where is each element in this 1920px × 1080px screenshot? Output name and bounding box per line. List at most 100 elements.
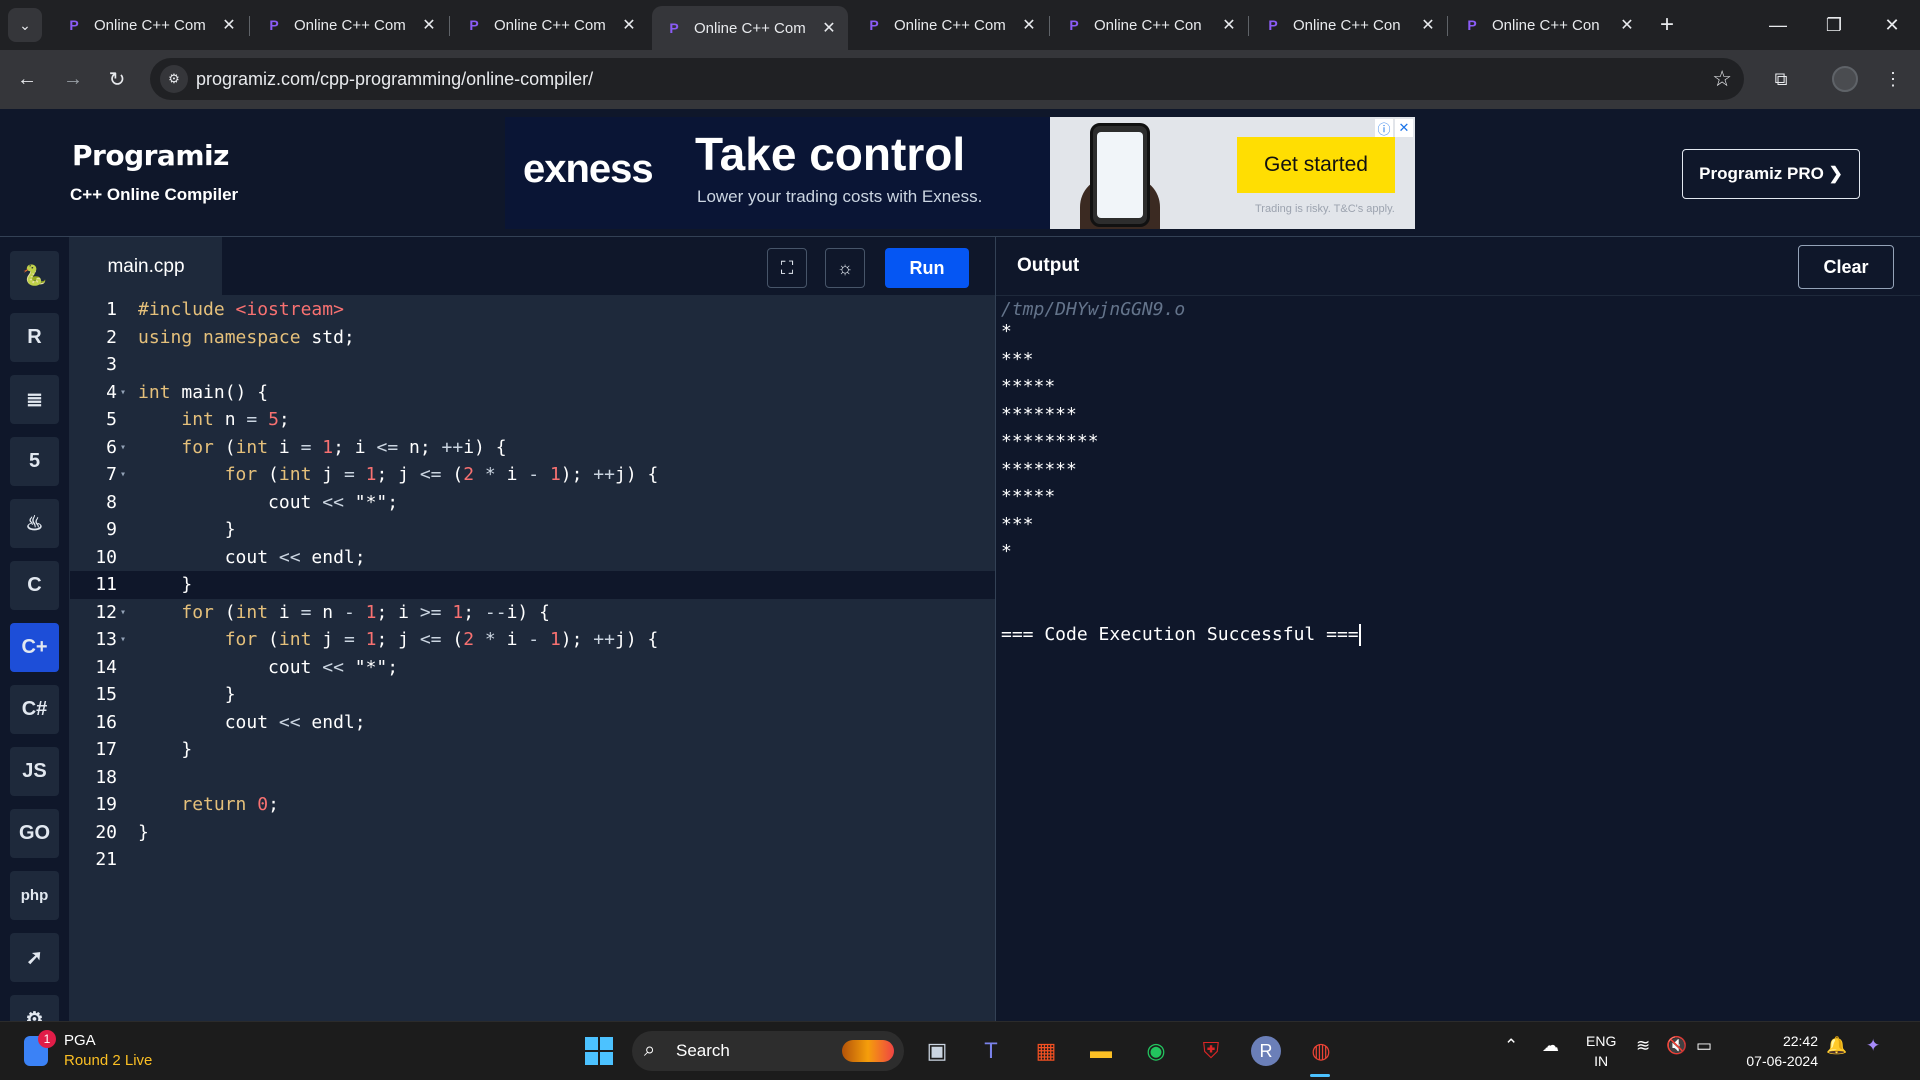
browser-tab[interactable]: P Online C++ Con ✕	[1251, 6, 1447, 44]
site-info-icon[interactable]: ⚙	[160, 65, 188, 93]
taskbar-search[interactable]: ⌕ Search	[632, 1031, 904, 1071]
language-cpp-button[interactable]: C+	[10, 623, 59, 672]
theme-toggle-icon[interactable]: ☼	[825, 248, 865, 288]
language-swift-button[interactable]: ➚	[10, 933, 59, 982]
file-tab-main[interactable]: main.cpp	[70, 237, 222, 296]
language-c-button[interactable]: C	[10, 561, 59, 610]
language-sql-button[interactable]: ≣	[10, 375, 59, 424]
output-console[interactable]: /tmp/DHYwjnGGN9.o * *** ***** ******* ******…	[996, 296, 1920, 1021]
volume-muted-icon[interactable]: 🔇	[1666, 1036, 1687, 1056]
r-app-icon[interactable]: R	[1247, 1032, 1285, 1070]
tab-close-icon[interactable]: ✕	[1020, 15, 1038, 35]
profile-avatar[interactable]	[1828, 62, 1862, 96]
language-go-button[interactable]: GO	[10, 809, 59, 858]
start-button[interactable]	[580, 1032, 618, 1070]
tab-close-icon[interactable]: ✕	[620, 15, 638, 35]
code-editor[interactable]: 1 #include <iostream> 2 using namespace std…	[70, 296, 995, 1021]
code-line[interactable]: 7 ▾ for (int j = 1; j <= (2 * i - 1); ++j…	[70, 461, 995, 489]
fullscreen-icon[interactable]: ⛶	[767, 248, 807, 288]
task-view-icon[interactable]: ▣	[918, 1032, 956, 1070]
notifications-icon[interactable]: 🔔	[1826, 1036, 1847, 1056]
code-line[interactable]: 8 cout << "*";	[70, 489, 995, 517]
code-line[interactable]: 14 cout << "*";	[70, 654, 995, 682]
close-window-button[interactable]: ✕	[1864, 0, 1920, 50]
teams-icon[interactable]: T	[972, 1032, 1010, 1070]
code-line[interactable]: 4 ▾ int main() {	[70, 379, 995, 407]
language-javascript-button[interactable]: JS	[10, 747, 59, 796]
onedrive-icon[interactable]: ☁	[1542, 1036, 1559, 1056]
browser-tab[interactable]: P Online C++ Com ✕	[452, 6, 648, 44]
battery-icon[interactable]: ▭	[1696, 1036, 1712, 1056]
code-line[interactable]: 9 }	[70, 516, 995, 544]
forward-button[interactable]: →	[56, 62, 90, 96]
browser-tab[interactable]: P Online C++ Com ✕	[252, 6, 448, 44]
code-line[interactable]: 1 #include <iostream>	[70, 296, 995, 324]
address-bar[interactable]: ⚙ programiz.com/cpp-programming/online-c…	[150, 58, 1744, 100]
input-language[interactable]: ENG IN	[1586, 1031, 1616, 1071]
code-line[interactable]: 15 }	[70, 681, 995, 709]
browser-menu-icon[interactable]: ⋮	[1876, 62, 1910, 96]
show-hidden-icons[interactable]: ⌃	[1504, 1036, 1518, 1056]
programiz-logo[interactable]: Programiz	[72, 139, 229, 172]
fold-arrow-icon[interactable]: ▾	[120, 434, 126, 462]
copilot-icon[interactable]: ✦	[1866, 1036, 1880, 1056]
code-line[interactable]: 10 cout << endl;	[70, 544, 995, 572]
browser-tab[interactable]: P Online C++ Com ✕	[52, 6, 248, 44]
reload-button[interactable]: ↻	[100, 62, 134, 96]
browser-tab[interactable]: P Online C++ Com ✕	[852, 6, 1048, 44]
ad-close-icon[interactable]: ✕	[1395, 119, 1413, 137]
tab-close-icon[interactable]: ✕	[1618, 15, 1636, 35]
minimize-button[interactable]: —	[1750, 0, 1806, 50]
tab-close-icon[interactable]: ✕	[1419, 15, 1437, 35]
browser-tab[interactable]: P Online C++ Con ✕	[1052, 6, 1248, 44]
code-line[interactable]: 17 }	[70, 736, 995, 764]
tab-close-icon[interactable]: ✕	[1220, 15, 1238, 35]
browser-tab[interactable]: P Online C++ Com ✕	[652, 6, 848, 50]
language-html-button[interactable]: 5	[10, 437, 59, 486]
mcafee-icon[interactable]: ⛨	[1192, 1032, 1230, 1070]
code-line[interactable]: 21	[70, 846, 995, 874]
tab-close-icon[interactable]: ✕	[820, 18, 838, 38]
restore-button[interactable]: ❐	[1806, 0, 1862, 50]
tab-close-icon[interactable]: ✕	[220, 15, 238, 35]
code-line[interactable]: 5 int n = 5;	[70, 406, 995, 434]
code-line[interactable]: 20}	[70, 819, 995, 847]
language-java-button[interactable]: ♨	[10, 499, 59, 548]
run-button[interactable]: Run	[885, 248, 969, 288]
ad-get-started-button[interactable]: Get started	[1237, 137, 1395, 193]
back-button[interactable]: ←	[10, 62, 44, 96]
programiz-pro-button[interactable]: Programiz PRO ❯	[1682, 149, 1860, 199]
edge-icon[interactable]: ◉	[1137, 1032, 1175, 1070]
code-line[interactable]: 3	[70, 351, 995, 379]
fold-arrow-icon[interactable]: ▾	[120, 379, 126, 407]
language-python-button[interactable]: 🐍	[10, 251, 59, 300]
bookmark-star-icon[interactable]: ☆	[1712, 66, 1732, 92]
store-icon[interactable]: ▦	[1027, 1032, 1065, 1070]
code-line[interactable]: 6 ▾ for (int i = 1; i <= n; ++i) {	[70, 434, 995, 462]
fold-arrow-icon[interactable]: ▾	[120, 626, 126, 654]
wifi-icon[interactable]: ≋	[1636, 1036, 1650, 1056]
fold-arrow-icon[interactable]: ▾	[120, 461, 126, 489]
language-csharp-button[interactable]: C#	[10, 685, 59, 734]
new-tab-button[interactable]: +	[1652, 10, 1682, 40]
file-explorer-icon[interactable]: ▬	[1082, 1032, 1120, 1070]
tab-close-icon[interactable]: ✕	[420, 15, 438, 35]
ad-info-icon[interactable]: ⓘ	[1375, 119, 1393, 137]
language-php-button[interactable]: php	[10, 871, 59, 920]
clear-button[interactable]: Clear	[1798, 245, 1894, 289]
code-line[interactable]: 2 using namespace std;	[70, 324, 995, 352]
extensions-icon[interactable]: ⧉	[1764, 62, 1798, 96]
browser-tab[interactable]: P Online C++ Con ✕	[1450, 6, 1646, 44]
clock[interactable]: 22:42 07-06-2024	[1738, 1031, 1818, 1071]
code-line[interactable]: 19 return 0;	[70, 791, 995, 819]
code-line[interactable]: 18	[70, 764, 995, 792]
code-line[interactable]: 11 }	[70, 571, 995, 599]
language-rust-button[interactable]: ⚙	[10, 995, 59, 1021]
fold-arrow-icon[interactable]: ▾	[120, 599, 126, 627]
advertisement-banner[interactable]: exness Take control Lower your trading c…	[505, 117, 1415, 229]
code-line[interactable]: 12 ▾ for (int i = n - 1; i >= 1; --i) {	[70, 599, 995, 627]
code-line[interactable]: 16 cout << endl;	[70, 709, 995, 737]
chrome-icon[interactable]: ◍	[1302, 1032, 1340, 1070]
code-line[interactable]: 13 ▾ for (int j = 1; j <= (2 * i - 1); ++…	[70, 626, 995, 654]
tab-search-button[interactable]: ⌄	[8, 8, 42, 42]
